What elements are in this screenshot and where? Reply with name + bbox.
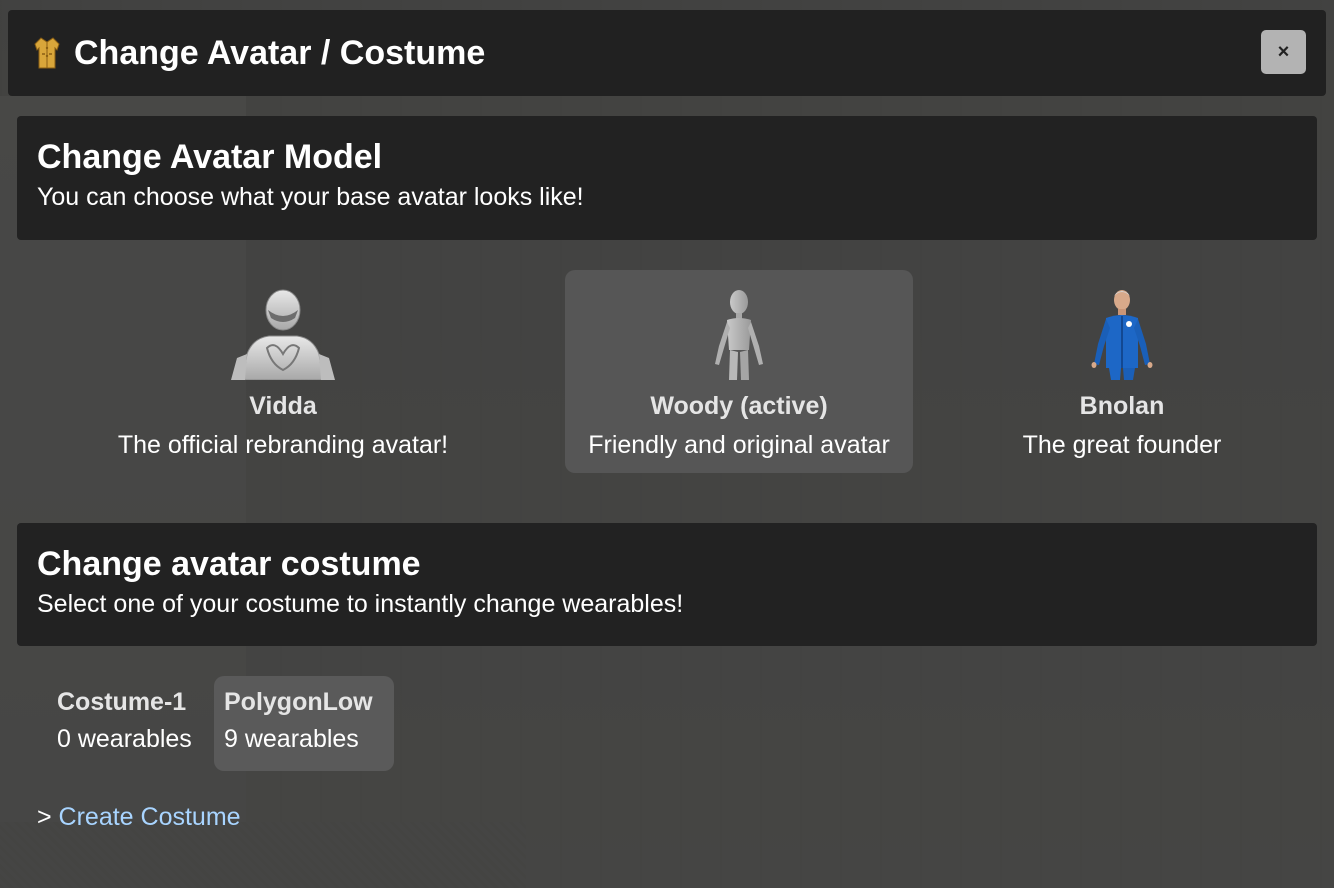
avatar-card-woody[interactable]: Woody (active) Friendly and original ava… (565, 270, 913, 473)
model-section-heading: Change Avatar Model (37, 138, 383, 176)
avatar-card-vidda[interactable]: Vidda The official rebranding avatar! (109, 270, 457, 473)
avatar-description: The great founder (1022, 431, 1222, 459)
avatar-name: Bnolan (1079, 392, 1165, 420)
costume-card[interactable]: PolygonLow 9 wearables (214, 676, 394, 771)
woody-avatar-icon (715, 290, 763, 380)
coat-icon (32, 36, 62, 70)
window-title: Change Avatar / Costume (74, 33, 486, 72)
title-bar: Change Avatar / Costume × (8, 10, 1326, 96)
create-costume-row: > Create Costume (37, 803, 241, 832)
avatar-name: Vidda (249, 392, 317, 420)
model-section-description: You can choose what your base avatar loo… (37, 183, 584, 211)
avatar-description: Friendly and original avatar (588, 431, 890, 459)
costume-section-header: Change avatar costume Select one of your… (17, 523, 1317, 646)
avatar-description: The official rebranding avatar! (117, 431, 449, 459)
costume-wearable-count: 9 wearables (224, 725, 359, 753)
costume-section-description: Select one of your costume to instantly … (37, 590, 684, 618)
costume-name: PolygonLow (224, 688, 373, 716)
create-costume-link[interactable]: Create Costume (59, 803, 241, 831)
close-button[interactable]: × (1261, 30, 1306, 74)
costume-section-heading: Change avatar costume (37, 545, 421, 583)
costume-wearable-count: 0 wearables (57, 725, 192, 753)
avatar-name: Woody (active) (650, 392, 828, 420)
costume-card[interactable]: Costume-1 0 wearables (47, 676, 212, 771)
avatar-card-bnolan[interactable]: Bnolan The great founder (948, 270, 1296, 473)
model-section-header: Change Avatar Model You can choose what … (17, 116, 1317, 240)
bnolan-avatar-icon (1091, 290, 1153, 380)
create-costume-prefix: > (37, 803, 59, 831)
vidda-avatar-icon (231, 289, 335, 380)
costume-name: Costume-1 (57, 688, 187, 716)
modal: Change Avatar / Costume × Change Avatar … (0, 0, 1334, 888)
